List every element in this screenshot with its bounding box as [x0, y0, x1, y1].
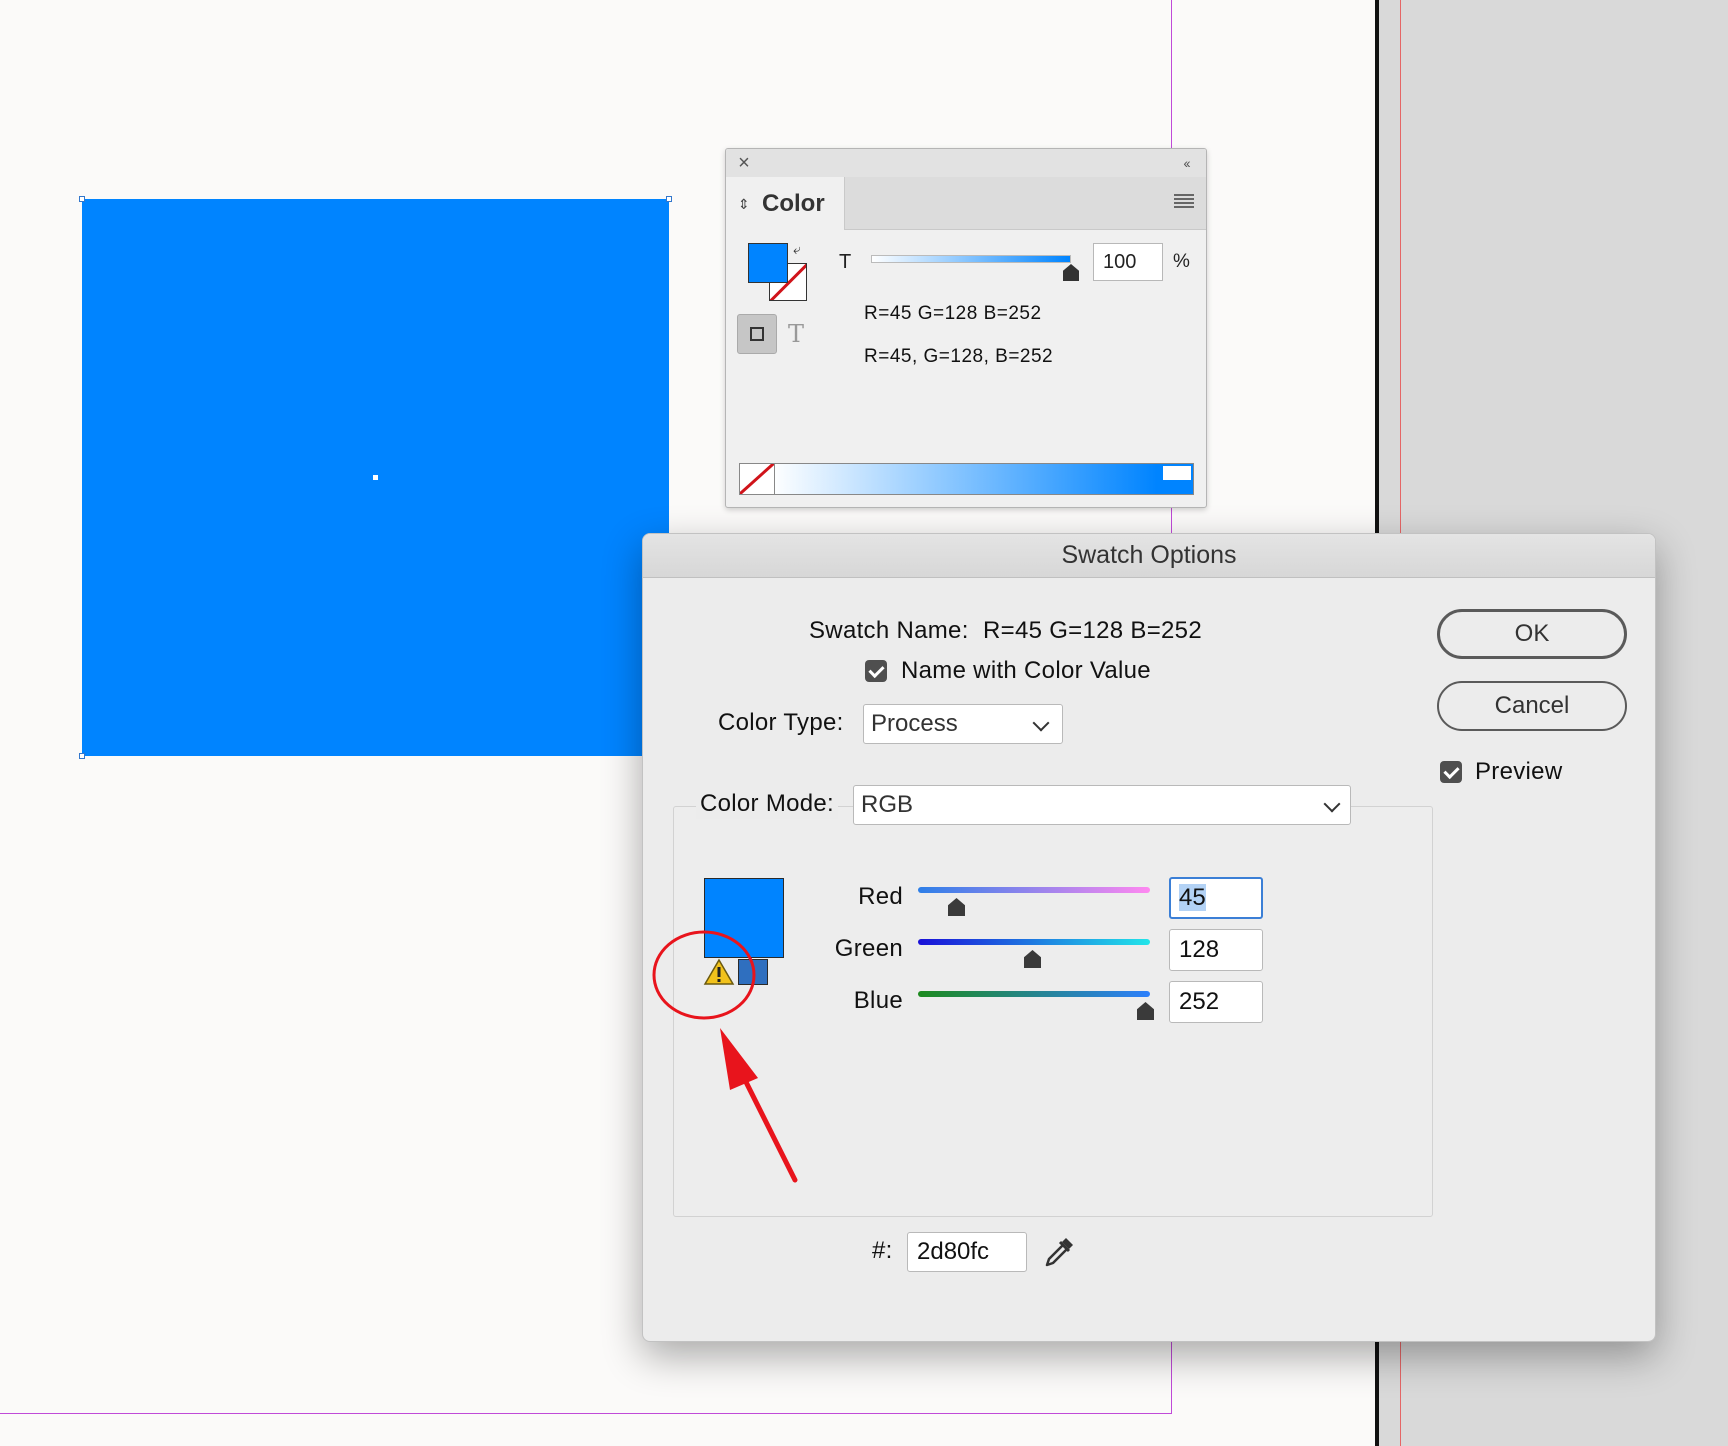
center-point [373, 475, 378, 480]
selection-handle[interactable] [79, 196, 85, 202]
tint-input[interactable]: 100 [1093, 243, 1163, 281]
margin-guide-horizontal [0, 1413, 1172, 1414]
selection-handle[interactable] [79, 753, 85, 759]
tint-slider-thumb[interactable] [1063, 264, 1079, 281]
in-gamut-color-swatch[interactable] [738, 959, 768, 985]
color-mode-select[interactable]: RGB [853, 785, 1351, 825]
swap-icon[interactable]: ⤶ [793, 241, 801, 258]
name-with-color-value-label[interactable]: Name with Color Value [901, 656, 1151, 686]
out-of-gamut-warning-icon[interactable] [703, 958, 735, 986]
color-type-value: Process [871, 710, 958, 737]
green-slider[interactable] [918, 939, 1150, 945]
hex-label: #: [872, 1237, 893, 1264]
white-swatch[interactable] [1163, 466, 1191, 480]
formatting-affects-container-button[interactable] [737, 314, 777, 354]
blue-label: Blue [853, 987, 903, 1014]
cancel-button[interactable]: Cancel [1437, 681, 1627, 731]
panel-tabbar: ⇕ Color [726, 177, 1206, 230]
container-icon [750, 327, 764, 341]
color-panel: × ‹‹ ⇕ Color ⤶ T T 100 % R=45 G=128 B=25… [725, 148, 1207, 508]
red-slider[interactable] [918, 887, 1150, 893]
blue-input[interactable]: 252 [1169, 981, 1263, 1023]
color-mode-value: RGB [861, 791, 914, 818]
collapse-icon[interactable]: ‹‹ [1174, 150, 1198, 176]
dialog-title: Swatch Options [643, 534, 1655, 578]
tint-slider[interactable] [871, 255, 1071, 263]
tint-unit: % [1173, 251, 1190, 272]
eyedropper-icon[interactable] [1039, 1232, 1079, 1272]
selection-handle[interactable] [666, 196, 672, 202]
color-ramp[interactable] [739, 463, 1194, 495]
color-values: R=45, G=128, B=252 [864, 346, 1054, 367]
red-input[interactable]: 45 [1169, 877, 1263, 919]
name-with-color-value-checkbox[interactable] [865, 660, 887, 682]
hex-input[interactable]: 2d80fc [907, 1232, 1027, 1272]
tab-label: Color [762, 190, 825, 217]
preview-label[interactable]: Preview [1475, 757, 1562, 787]
green-label: Green [834, 935, 903, 962]
red-label: Red [858, 883, 903, 910]
close-icon[interactable]: × [734, 150, 754, 176]
none-slash [740, 464, 774, 494]
color-preview-swatch [704, 878, 784, 958]
fill-swatch[interactable] [748, 243, 788, 283]
preview-checkbox[interactable] [1440, 761, 1462, 783]
color-name: R=45 G=128 B=252 [864, 303, 1042, 324]
swatch-options-dialog: Swatch Options Swatch Name: R=45 G=128 B… [642, 533, 1656, 1342]
tab-expand-icon[interactable]: ⇕ [738, 189, 750, 219]
swatch-name-label: Swatch Name: [809, 617, 969, 644]
none-swatch-icon[interactable] [740, 464, 775, 494]
panel-titlebar: × ‹‹ [726, 149, 1206, 178]
swatch-name-value: R=45 G=128 B=252 [983, 617, 1202, 644]
red-value: 45 [1179, 884, 1206, 911]
color-type-label: Color Type: [718, 709, 844, 736]
panel-menu-icon[interactable] [1174, 192, 1194, 212]
formatting-affects-text-button[interactable]: T [788, 314, 812, 354]
blue-slider[interactable] [918, 991, 1150, 997]
color-mode-label: Color Mode: [696, 789, 839, 819]
green-input[interactable]: 128 [1169, 929, 1263, 971]
tint-label: T [839, 251, 852, 273]
ok-button[interactable]: OK [1437, 609, 1627, 659]
tab-color[interactable]: ⇕ Color [726, 177, 845, 230]
